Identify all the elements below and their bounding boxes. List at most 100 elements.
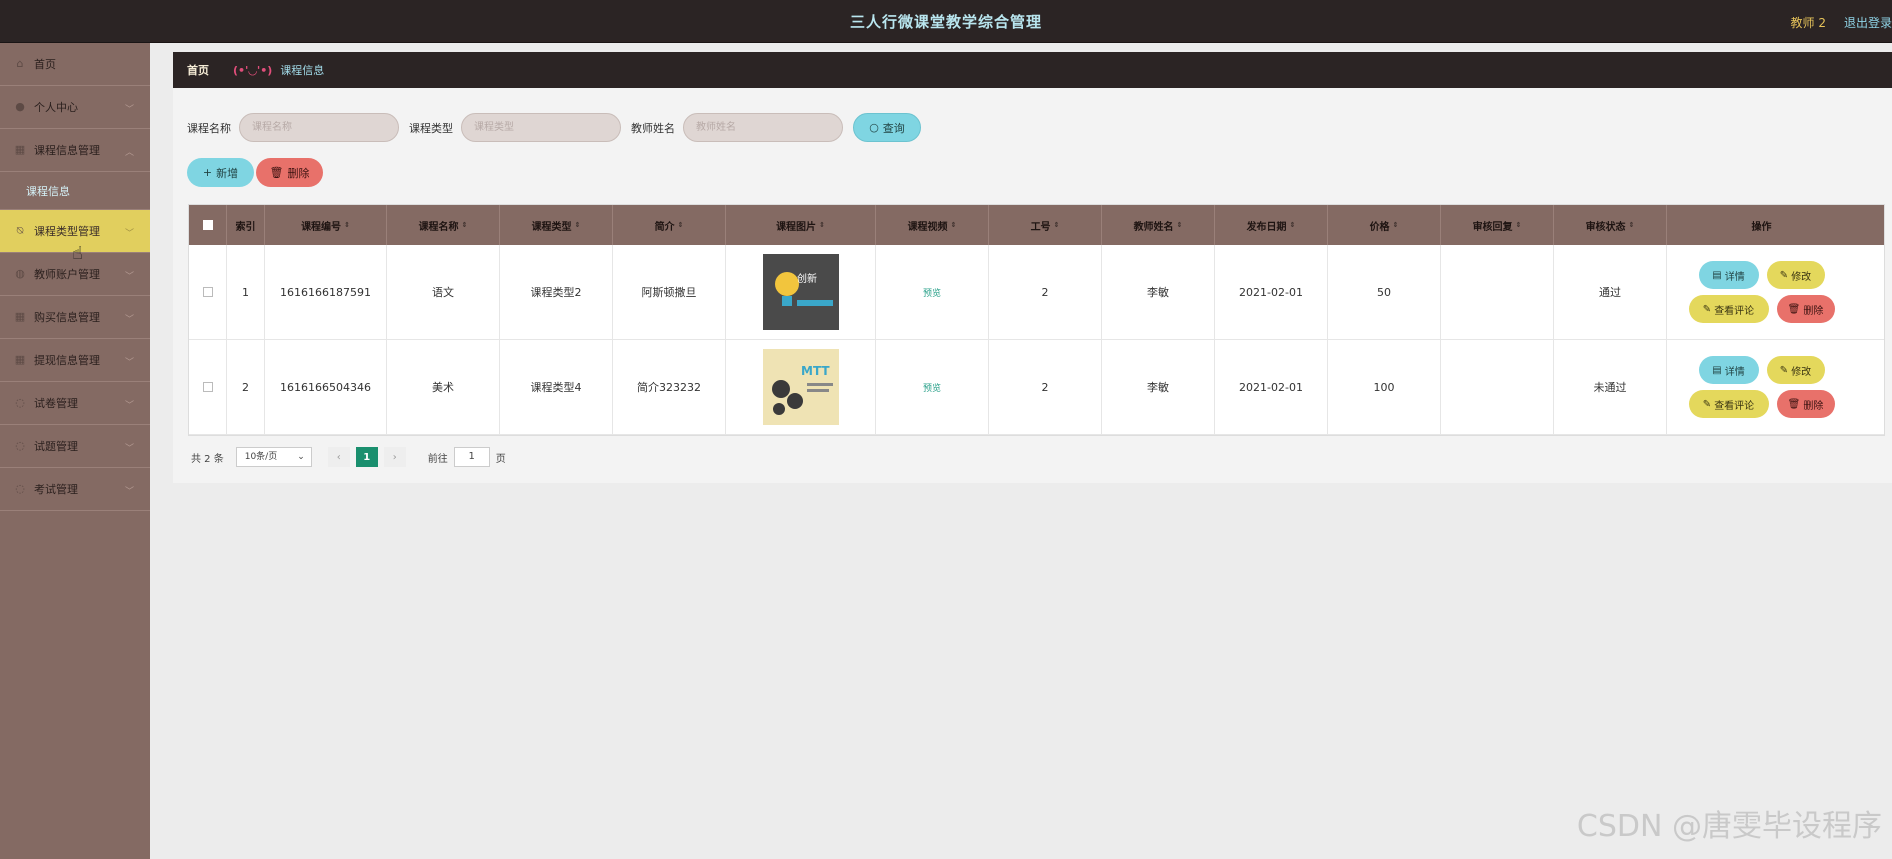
delete-row-button[interactable]: 🗑 删除: [1776, 295, 1835, 323]
select-all-cell: [189, 205, 227, 245]
header-teacher-name[interactable]: 教师姓名 ⇕: [1102, 205, 1215, 245]
header-worker-no[interactable]: 工号 ⇕: [989, 205, 1102, 245]
row-checkbox[interactable]: [202, 287, 213, 297]
header-review-status[interactable]: 审核状态 ⇕: [1554, 205, 1667, 245]
header-publish-date[interactable]: 发布日期 ⇕: [1215, 205, 1328, 245]
sidebar: ⌂ 首页 ● 个人中心 ﹀ ▦ 课程信息管理 ︿ 课程信息 ⍉ 课程类型管理 ﹀…: [0, 43, 150, 859]
chevron-right-icon: ›: [392, 451, 397, 463]
cell-intro: 简介323232: [613, 340, 726, 434]
sort-icon: ⇕: [677, 221, 684, 229]
course-thumbnail[interactable]: MTT: [762, 349, 839, 425]
comment-label: 查看评论: [1714, 400, 1755, 412]
total-count: 共 2 条: [191, 453, 224, 465]
sidebar-item-label: 试题管理: [34, 440, 78, 453]
view-comments-button[interactable]: ✎ 查看评论: [1688, 390, 1769, 418]
cell-price: 100: [1328, 340, 1441, 434]
prev-page-button[interactable]: ‹: [327, 447, 350, 467]
top-bar: 三人行微课堂教学综合管理 教师 2 退出登录: [0, 0, 1892, 43]
select-all-checkbox[interactable]: [202, 220, 213, 230]
header-course-image[interactable]: 课程图片 ⇕: [726, 205, 876, 245]
sort-icon: ⇕: [1176, 221, 1183, 229]
goto-page-input[interactable]: 1: [453, 447, 490, 467]
view-comments-button[interactable]: ✎ 查看评论: [1688, 295, 1769, 323]
delete-button-label: 删除: [287, 166, 310, 180]
delete-row-button[interactable]: 🗑 删除: [1776, 390, 1835, 418]
header-course-type[interactable]: 课程类型 ⇕: [500, 205, 613, 245]
svg-text:创新: 创新: [797, 272, 817, 285]
row-select-cell: [189, 245, 227, 339]
page-size-value: 10条/页: [244, 452, 278, 462]
header-label: 教师姓名: [1133, 221, 1174, 233]
comment-label: 查看评论: [1714, 305, 1755, 317]
cell-course-name: 美术: [387, 340, 500, 434]
search-icon: ○: [869, 121, 879, 134]
header-course-video[interactable]: 课程视频 ⇕: [876, 205, 989, 245]
header-label: 课程名称: [418, 221, 459, 233]
page-size-select[interactable]: 10条/页 ⌄: [235, 447, 312, 467]
pencil-icon: ✎: [1779, 364, 1789, 376]
page-number-current[interactable]: 1: [355, 447, 378, 467]
query-button-label: 查询: [882, 121, 905, 135]
cell-publish-date: 2021-02-01: [1215, 340, 1328, 434]
sidebar-subitem-course-info[interactable]: 课程信息: [0, 172, 150, 210]
sidebar-item-home[interactable]: ⌂ 首页: [0, 43, 150, 86]
hand-cursor-icon: ☝: [72, 243, 83, 264]
delete-label: 删除: [1803, 305, 1824, 317]
header-intro[interactable]: 简介 ⇕: [613, 205, 726, 245]
course-name-label: 课程名称: [187, 121, 231, 135]
sort-icon: ⇕: [1515, 221, 1522, 229]
breadcrumb-home[interactable]: 首页: [187, 62, 225, 78]
sidebar-item-exam-management[interactable]: ◌ 考试管理 ﹀: [0, 468, 150, 511]
sidebar-item-exam-paper-management[interactable]: ◌ 试卷管理 ﹀: [0, 382, 150, 425]
next-page-button[interactable]: ›: [383, 447, 406, 467]
cell-worker-no: 2: [989, 245, 1102, 339]
header-label: 课程编号: [301, 221, 342, 233]
query-button[interactable]: ○ 查询: [853, 113, 921, 142]
grid-icon: ▦: [14, 143, 26, 156]
sidebar-item-personal-center[interactable]: ● 个人中心 ﹀: [0, 86, 150, 129]
chevron-down-icon: ﹀: [124, 272, 134, 282]
edit-button[interactable]: ✎ 修改: [1766, 261, 1825, 289]
sidebar-item-question-management[interactable]: ◌ 试题管理 ﹀: [0, 425, 150, 468]
sidebar-item-label: 试卷管理: [34, 397, 78, 410]
header-index: 索引: [227, 205, 265, 245]
detail-button[interactable]: ▤ 详情: [1698, 261, 1759, 289]
header-review-reply[interactable]: 审核回复 ⇕: [1441, 205, 1554, 245]
bell-off-icon: ⍉: [16, 224, 24, 237]
add-button[interactable]: + 新增: [187, 158, 254, 187]
teacher-name-input[interactable]: 教师姓名: [683, 113, 843, 142]
course-name-input[interactable]: 课程名称: [239, 113, 399, 142]
sidebar-item-withdraw-info-management[interactable]: ▦ 提现信息管理 ﹀: [0, 339, 150, 382]
batch-delete-button[interactable]: 🗑 删除: [256, 158, 323, 187]
row-checkbox[interactable]: [202, 382, 213, 392]
detail-button[interactable]: ▤ 详情: [1698, 356, 1759, 384]
chevron-down-icon: ﹀: [124, 105, 134, 115]
edit-label: 修改: [1791, 366, 1812, 378]
video-preview-link[interactable]: 预览: [923, 286, 941, 299]
doc-icon: ◌: [15, 439, 25, 452]
delete-label: 删除: [1803, 400, 1824, 412]
cell-price: 50: [1328, 245, 1441, 339]
sidebar-item-label: 课程类型管理: [34, 225, 100, 238]
sidebar-item-purchase-info-management[interactable]: ▦ 购买信息管理 ﹀: [0, 296, 150, 339]
edit-button[interactable]: ✎ 修改: [1766, 356, 1825, 384]
video-preview-link[interactable]: 预览: [923, 381, 941, 394]
user-icon: ●: [15, 100, 25, 113]
logout-link[interactable]: 退出登录: [1844, 14, 1892, 31]
cell-course-video: 预览: [876, 340, 989, 434]
header-course-name[interactable]: 课程名称 ⇕: [387, 205, 500, 245]
header-price[interactable]: 价格 ⇕: [1328, 205, 1441, 245]
cell-teacher-name: 李敏: [1102, 245, 1215, 339]
header-course-code[interactable]: 课程编号 ⇕: [265, 205, 387, 245]
cell-course-name: 语文: [387, 245, 500, 339]
course-type-input[interactable]: 课程类型: [461, 113, 621, 142]
sort-icon: ⇕: [574, 221, 581, 229]
edit-label: 修改: [1791, 271, 1812, 283]
sidebar-item-label: 课程信息: [26, 184, 70, 198]
course-thumbnail[interactable]: 创新: [762, 254, 839, 330]
pencil-icon: ✎: [1702, 303, 1712, 315]
chevron-down-icon: ﹀: [124, 487, 134, 497]
cell-intro: 阿斯顿撒旦: [613, 245, 726, 339]
sidebar-item-course-info-management[interactable]: ▦ 课程信息管理 ︿: [0, 129, 150, 172]
current-user[interactable]: 教师 2: [1791, 14, 1826, 31]
